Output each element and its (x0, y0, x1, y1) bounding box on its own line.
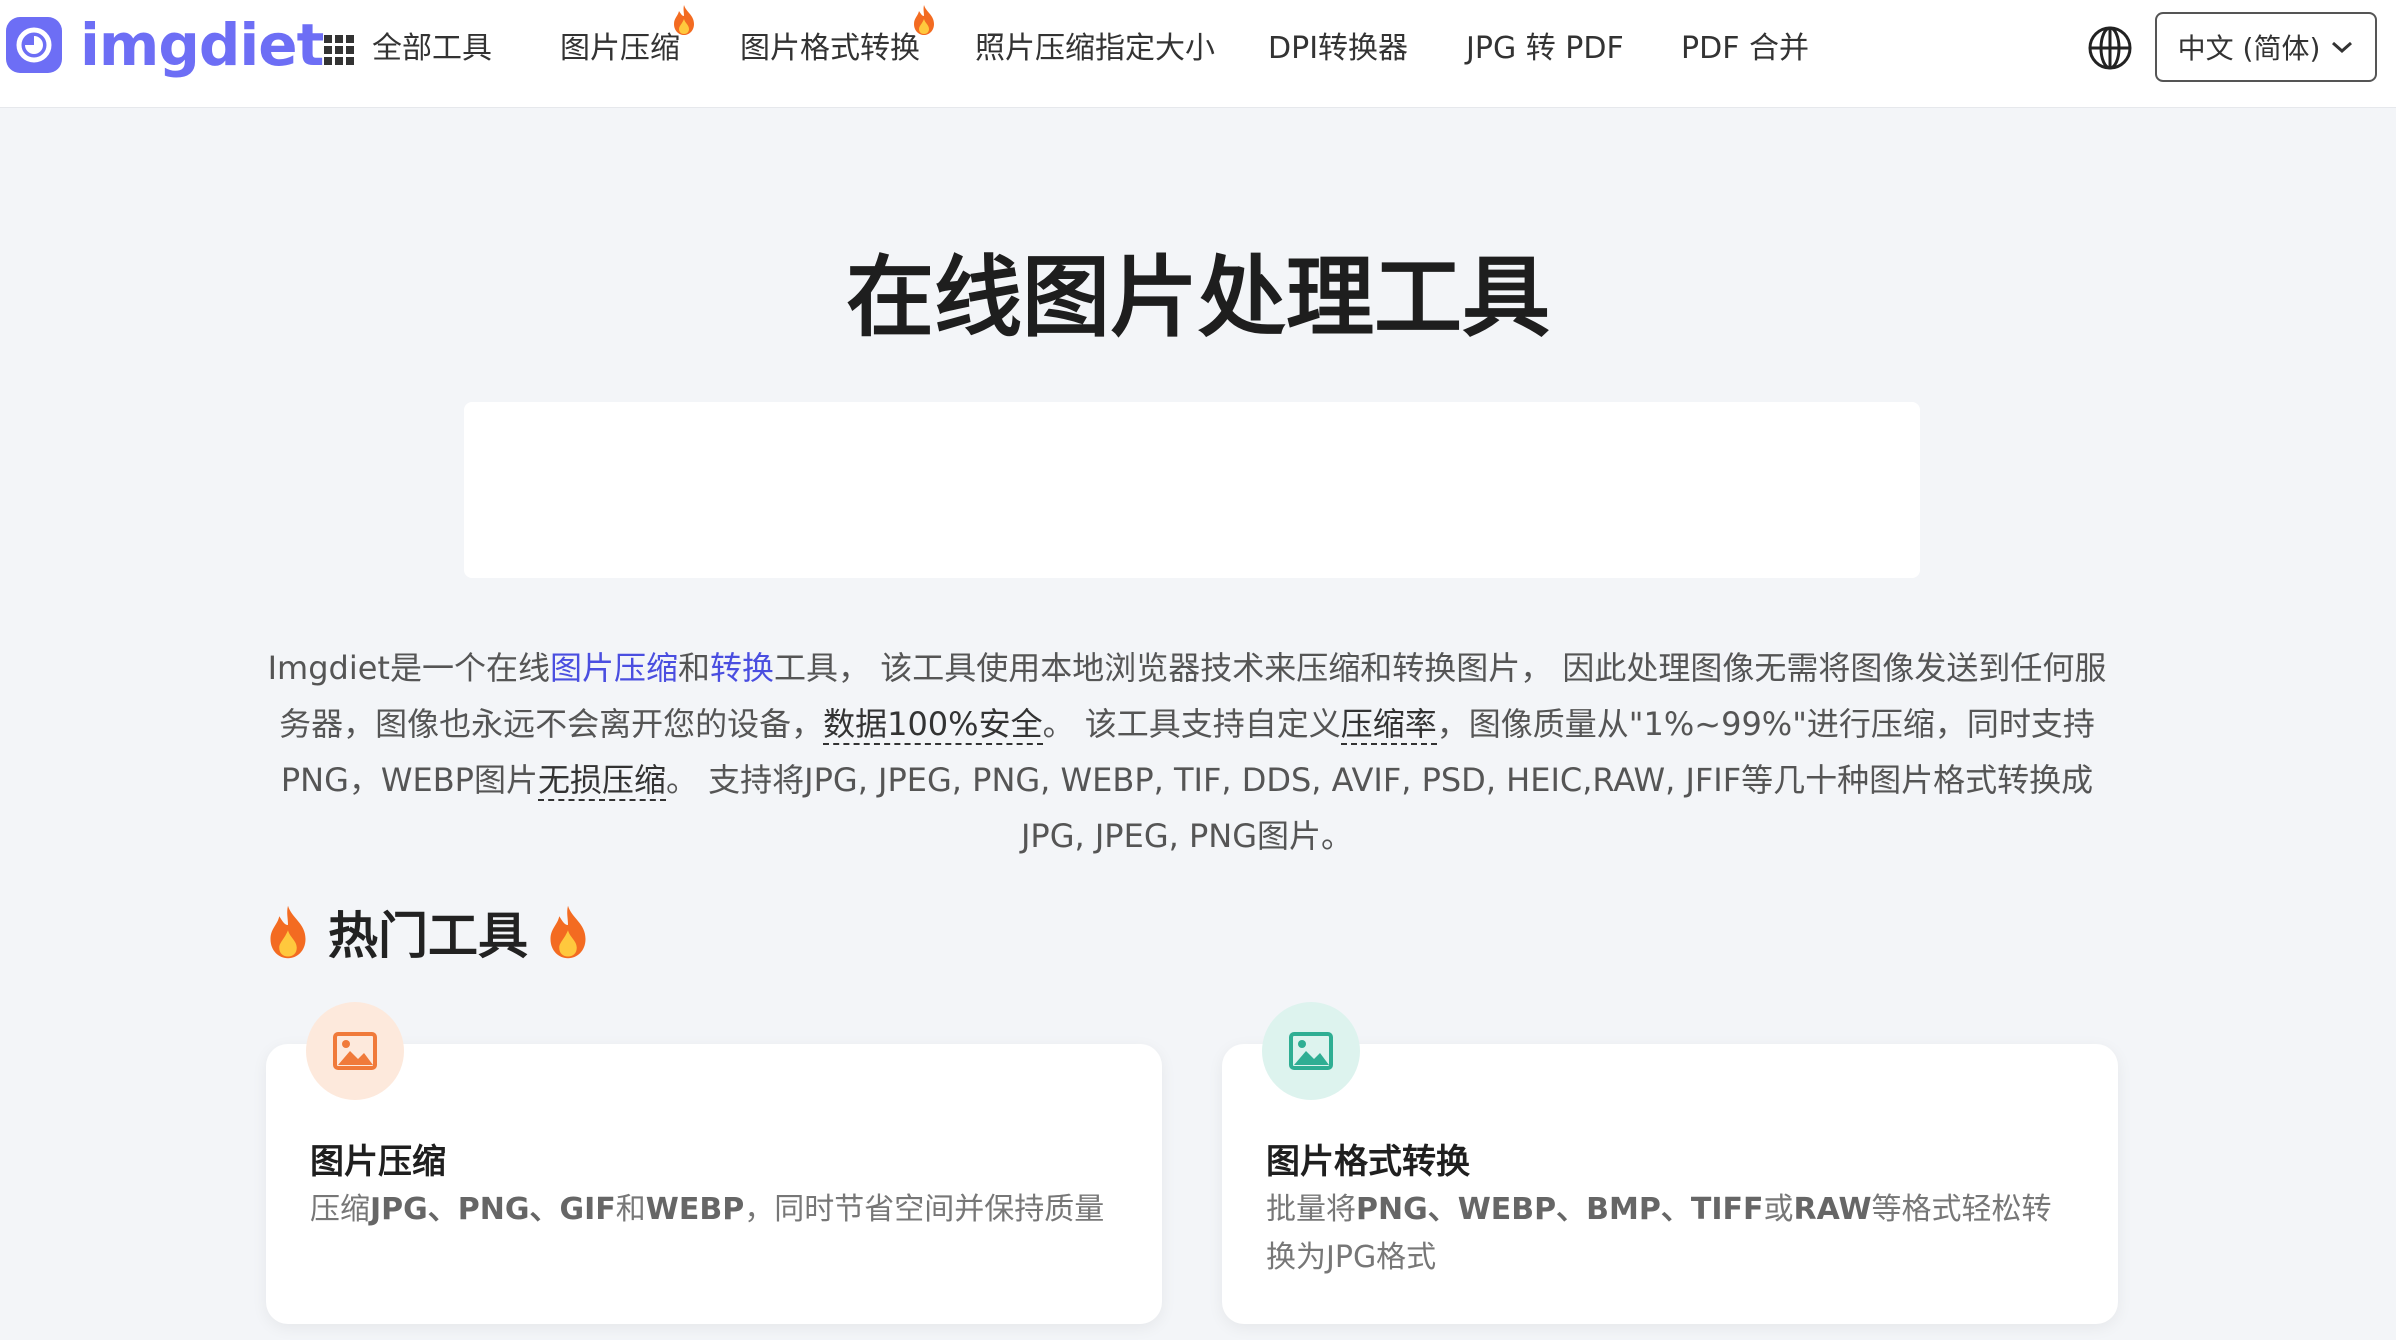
nav-format-convert-label: 图片格式转换 (740, 31, 920, 66)
lossless-term[interactable]: 无损压缩 (537, 761, 666, 801)
card-desc-part: 或 (1763, 1192, 1794, 1227)
image-icon (333, 1032, 377, 1070)
language-select[interactable]: 中文 (简体) (2155, 12, 2377, 82)
intro-paragraph: Imgdiet是一个在线图片压缩和转换工具， 该工具使用本地浏览器技术来压缩和转… (262, 640, 2112, 864)
nav-pdf-merge[interactable]: PDF 合并 (1681, 30, 1809, 68)
nav-image-compress[interactable]: 图片压缩 (560, 5, 694, 68)
hot-tools-heading: 热门工具 (266, 896, 590, 968)
card-description: 压缩JPG、PNG、GIF和WEBP，同时节省空间并保持质量 (310, 1186, 1110, 1234)
nav-jpg-to-pdf[interactable]: JPG 转 PDF (1466, 30, 1624, 68)
tool-card-format-convert[interactable]: 图片格式转换 批量将PNG、WEBP、BMP、TIFF或RAW等格式轻松转换为J… (1222, 1002, 2118, 1324)
intro-text-1: Imgdiet是一个在线 (267, 649, 550, 687)
card-desc-bold: JPG、PNG、GIF (370, 1192, 616, 1227)
card-desc-bold: PNG、WEBP、BMP、TIFF (1356, 1192, 1764, 1227)
convert-link[interactable]: 转换 (710, 649, 774, 687)
intro-text-4: 。 该工具支持自定义 (1042, 705, 1341, 743)
intro-text-6: 。 支持将JPG, JPEG, PNG, WEBP, TIF, DDS, AVI… (666, 761, 2094, 855)
fire-icon (914, 5, 934, 35)
page-title: 在线图片处理工具 (845, 246, 1550, 349)
card-icon-circle (306, 1002, 404, 1100)
card-title: 图片压缩 (310, 1142, 446, 1182)
hot-tools-title: 热门工具 (328, 907, 528, 965)
nav-all-tools[interactable]: 全部工具 (372, 30, 492, 68)
language-select-value: 中文 (简体) (2177, 32, 2321, 65)
nav-image-compress-label: 图片压缩 (560, 31, 680, 66)
compression-rate-term[interactable]: 压缩率 (1340, 705, 1437, 745)
image-icon (1289, 1032, 1333, 1070)
card-desc-bold: RAW (1793, 1192, 1872, 1227)
card-title: 图片格式转换 (1266, 1142, 1470, 1182)
chevron-down-icon (2332, 41, 2353, 54)
card-icon-circle (1262, 1002, 1360, 1100)
tool-card-image-compress[interactable]: 图片压缩 压缩JPG、PNG、GIF和WEBP，同时节省空间并保持质量 (266, 1002, 1162, 1324)
card-description: 批量将PNG、WEBP、BMP、TIFF或RAW等格式轻松转换为JPG格式 (1266, 1186, 2066, 1282)
card-desc-part: 和 (615, 1192, 646, 1227)
nav-format-convert[interactable]: 图片格式转换 (740, 5, 934, 68)
globe-icon[interactable] (2086, 24, 2134, 72)
grid-menu-icon[interactable] (323, 34, 355, 66)
card-desc-bold: WEBP (645, 1192, 745, 1227)
ad-placeholder (464, 402, 1920, 578)
image-compress-link[interactable]: 图片压缩 (550, 649, 678, 687)
nav-compress-to-size[interactable]: 照片压缩指定大小 (975, 30, 1215, 68)
data-safe-term[interactable]: 数据100%安全 (823, 705, 1043, 745)
card-desc-part: ，同时节省空间并保持质量 (744, 1192, 1105, 1227)
card-desc-part: 压缩 (310, 1192, 370, 1227)
fire-icon (674, 5, 694, 35)
nav-dpi-converter[interactable]: DPI转换器 (1268, 30, 1408, 68)
card-desc-part: 批量将 (1266, 1192, 1356, 1227)
fire-icon (270, 905, 306, 959)
intro-text-2: 和 (678, 649, 711, 687)
main-nav: 全部工具 图片压缩 图片格式转换 照片压缩指定大小 DPI转换器 JPG 转 P… (0, 0, 1900, 100)
top-navbar: imgdiet 全部工具 图片压缩 图片格式转换 照片压缩指定大小 DPI转换器… (0, 0, 2396, 108)
fire-icon (550, 905, 586, 959)
